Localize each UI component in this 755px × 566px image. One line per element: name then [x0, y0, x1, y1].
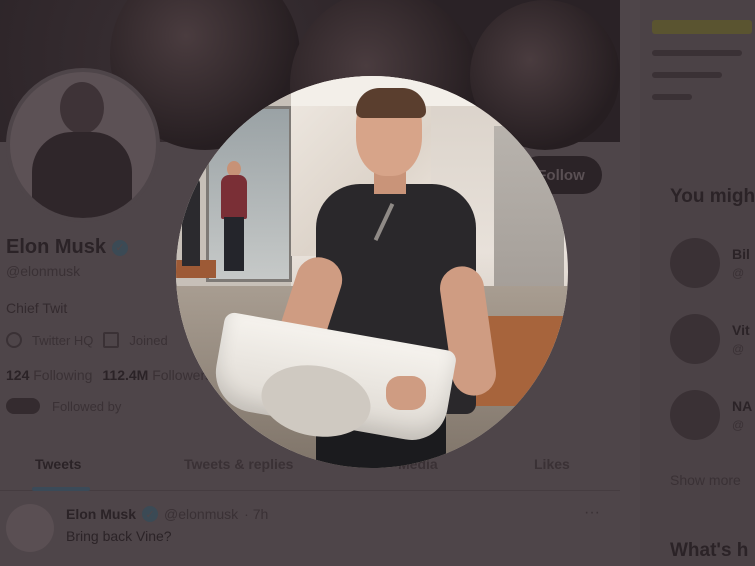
tweet[interactable]: Elon Musk ✓ @elonmusk · 7h Bring back Vi…	[0, 496, 620, 566]
suggestion-item[interactable]: Bil @	[670, 238, 755, 288]
sidebar: You might Bil @ Vit @ NA @ Show more Wha…	[640, 0, 755, 566]
mutual-avatars	[6, 398, 40, 414]
tweet-header: Elon Musk ✓ @elonmusk · 7h	[66, 506, 268, 522]
suggestion-item[interactable]: NA @	[670, 390, 755, 440]
profile-avatar[interactable]	[6, 68, 160, 222]
suggestion-handle: @	[732, 418, 745, 432]
tweet-text: Bring back Vine?	[66, 528, 172, 544]
tweet-handle: @elonmusk	[164, 506, 239, 522]
verified-icon: ✓	[112, 239, 129, 256]
profile-name: Elon Musk	[6, 236, 107, 258]
featured-photo	[176, 76, 568, 468]
location-icon	[6, 332, 22, 348]
person-torso	[221, 175, 247, 219]
active-tab-indicator	[32, 487, 90, 491]
suggestion-avatar	[670, 238, 720, 288]
tweet-time: · 7h	[244, 506, 269, 522]
photo-man-hair	[356, 88, 426, 118]
photo-background-person	[182, 176, 200, 266]
avatar-body	[32, 132, 132, 218]
tweet-author-name[interactable]: Elon Musk	[66, 506, 136, 522]
profile-bio: Chief Twit	[6, 300, 68, 316]
photo-ceiling	[291, 76, 568, 106]
suggestion-handle: @	[732, 342, 745, 356]
profile-joined: Joined	[129, 332, 168, 348]
sidebar-card-bar	[652, 20, 752, 34]
sidebar-card	[652, 20, 755, 150]
photo-man-hand	[386, 376, 426, 410]
suggestion-name: Bil	[732, 246, 750, 262]
profile-meta: Twitter HQ Joined	[6, 332, 168, 348]
followed-by-row[interactable]: Followed by	[6, 398, 121, 414]
calendar-icon	[103, 332, 120, 348]
sidebar-card-line	[652, 72, 722, 78]
person-legs	[224, 217, 244, 271]
sidebar-card-line	[652, 94, 692, 100]
followed-by-text: Followed by	[52, 398, 122, 414]
suggestion-item[interactable]: Vit @	[670, 314, 755, 364]
suggestion-avatar	[670, 390, 720, 440]
more-options-icon[interactable]: ···	[584, 504, 600, 522]
who-to-follow-heading: You might	[670, 186, 755, 207]
photo-window	[206, 106, 292, 282]
photo-background-person	[221, 161, 247, 271]
tab-tweets[interactable]: Tweets	[35, 456, 81, 472]
suggestion-handle: @	[732, 266, 745, 280]
show-more-link[interactable]: Show more	[670, 472, 741, 488]
following-link[interactable]: 124 Following	[6, 367, 92, 383]
suggestion-name: NA	[732, 398, 753, 414]
profile-name-row: Elon Musk ✓	[6, 236, 129, 259]
suggestion-name: Vit	[732, 322, 750, 338]
profile-handle: @elonmusk	[6, 263, 81, 279]
profile-location: Twitter HQ	[32, 332, 94, 348]
whats-happening-heading: What's h	[670, 540, 749, 561]
tweet-avatar[interactable]	[6, 504, 54, 552]
avatar-head	[60, 82, 104, 134]
following-label: Following	[33, 367, 93, 383]
suggestion-avatar	[670, 314, 720, 364]
page: Follow Elon Musk ✓ @elonmusk Chief Twit …	[0, 0, 755, 566]
sidebar-card-line	[652, 50, 742, 56]
followers-count: 112.4M	[102, 367, 149, 383]
following-count: 124	[6, 367, 30, 383]
verified-icon: ✓	[142, 506, 159, 522]
